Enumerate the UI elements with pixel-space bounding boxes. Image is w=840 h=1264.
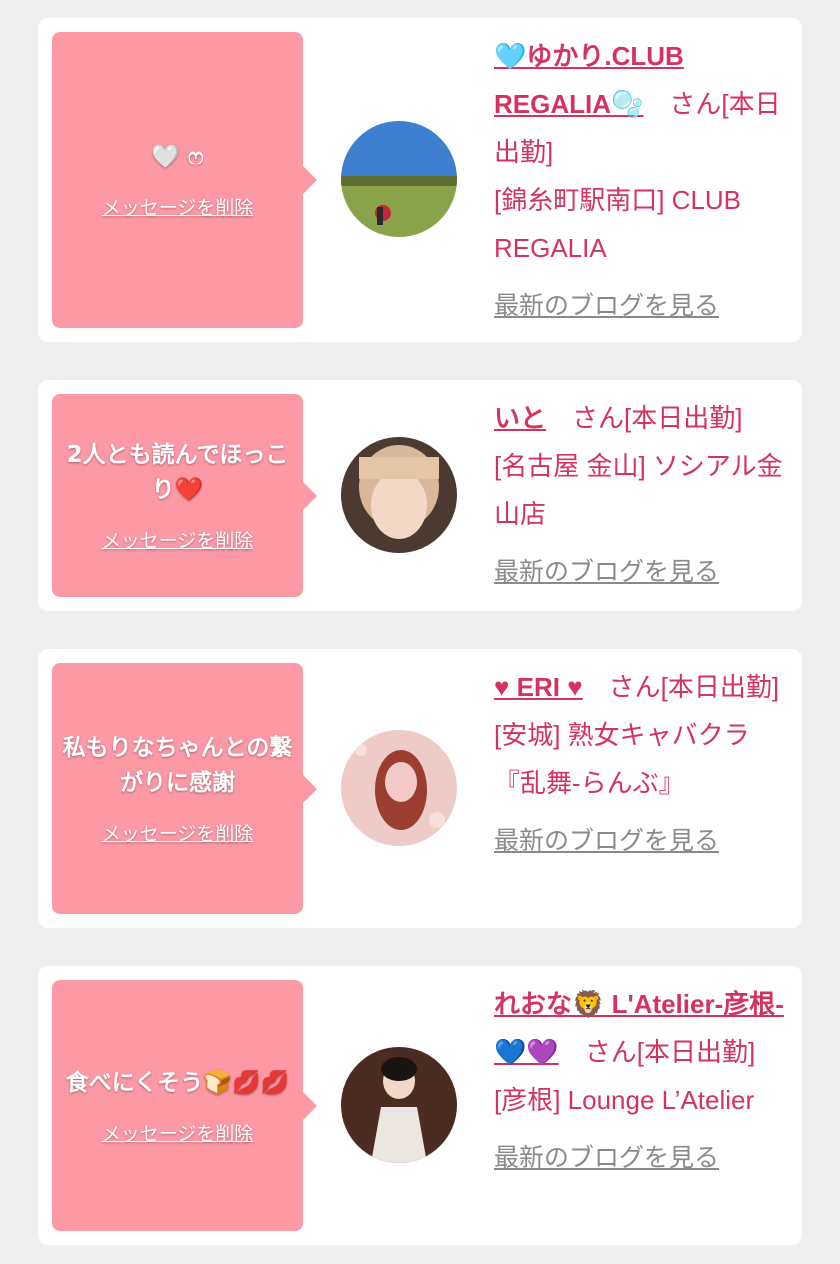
delete-message-link[interactable]: メッセージを削除 [102, 819, 254, 846]
delete-message-link[interactable]: メッセージを削除 [102, 526, 254, 553]
sender-status: さん[本日出勤] [584, 1037, 756, 1067]
sender-status: さん[本日出勤] [572, 403, 743, 433]
sender-info: ♥ ERI ♥ さん[本日出勤] [安城] 熟女キャバクラ『乱舞-らんぶ』 最新の… [494, 663, 790, 865]
message-bubble: 食べにくそう🍞💋💋 メッセージを削除 [52, 980, 317, 1231]
avatar-woman-photo-icon [341, 730, 457, 846]
message-card: 私もりなちゃんとの繋がりに感謝 メッセージを削除 ♥ ERI ♥ さん[本日出勤]… [38, 649, 802, 928]
sender-name-link[interactable]: ♥ ERI ♥ [494, 672, 583, 702]
message-bubble: 私もりなちゃんとの繋がりに感謝 メッセージを削除 [52, 663, 317, 914]
shop-label: [錦糸町駅南口] CLUB REGALIA [494, 185, 742, 263]
avatar[interactable] [341, 437, 457, 553]
avatar-dress-photo-icon [341, 1047, 457, 1163]
message-bubble: 🤍 ෆ メッセージを削除 [52, 32, 317, 328]
latest-blog-link[interactable]: 最新のブログを見る [494, 817, 790, 865]
sender-status: さん[本日出勤] [608, 672, 780, 702]
message-card: 🤍 ෆ メッセージを削除 🩵ゆかり.CLUB REGALIA🫧 さん[本日出勤] … [38, 18, 802, 342]
avatar[interactable] [341, 1047, 457, 1163]
avatar[interactable] [341, 730, 457, 846]
message-text: 食べにくそう🍞💋💋 [65, 1069, 290, 1096]
avatar[interactable] [341, 121, 457, 237]
sender-info: いと さん[本日出勤] [名古屋 金山] ソシアル金山店 最新のブログを見る [494, 394, 790, 596]
message-card: 2人とも読んでほっこり❤️ メッセージを削除 いと さん[本日出勤] [名古屋 金… [38, 380, 802, 611]
shop-label: [安城] 熟女キャバクラ『乱舞-らんぶ』 [494, 720, 750, 798]
sender-info: れおな🦁 L'Atelier-彦根-💙💜 さん[本日出勤] [彦根] Lounge… [494, 980, 790, 1182]
sender-info: 🩵ゆかり.CLUB REGALIA🫧 さん[本日出勤] [錦糸町駅南口] CLUB… [494, 32, 790, 330]
delete-message-link[interactable]: メッセージを削除 [102, 193, 254, 220]
message-text: 2人とも読んでほっこり❤️ [66, 442, 289, 503]
latest-blog-link[interactable]: 最新のブログを見る [494, 1134, 790, 1182]
message-text: 🤍 ෆ [151, 144, 204, 170]
message-bubble: 2人とも読んでほっこり❤️ メッセージを削除 [52, 394, 317, 597]
sender-name-link[interactable]: 🩵ゆかり.CLUB REGALIA🫧 [494, 41, 684, 119]
latest-blog-link[interactable]: 最新のブログを見る [494, 548, 790, 596]
avatar-girl-photo-icon [341, 437, 457, 553]
shop-label: [彦根] Lounge L’Atelier [494, 1085, 755, 1115]
message-card: 食べにくそう🍞💋💋 メッセージを削除 れおな🦁 L'Atelier-彦根-💙💜 さ… [38, 966, 802, 1245]
message-text: 私もりなちゃんとの繋がりに感謝 [62, 735, 293, 796]
latest-blog-link[interactable]: 最新のブログを見る [494, 282, 790, 330]
delete-message-link[interactable]: メッセージを削除 [102, 1119, 254, 1146]
avatar-park-photo-icon [341, 121, 457, 237]
shop-label: [名古屋 金山] ソシアル金山店 [494, 451, 783, 529]
sender-name-link[interactable]: いと [494, 403, 546, 433]
